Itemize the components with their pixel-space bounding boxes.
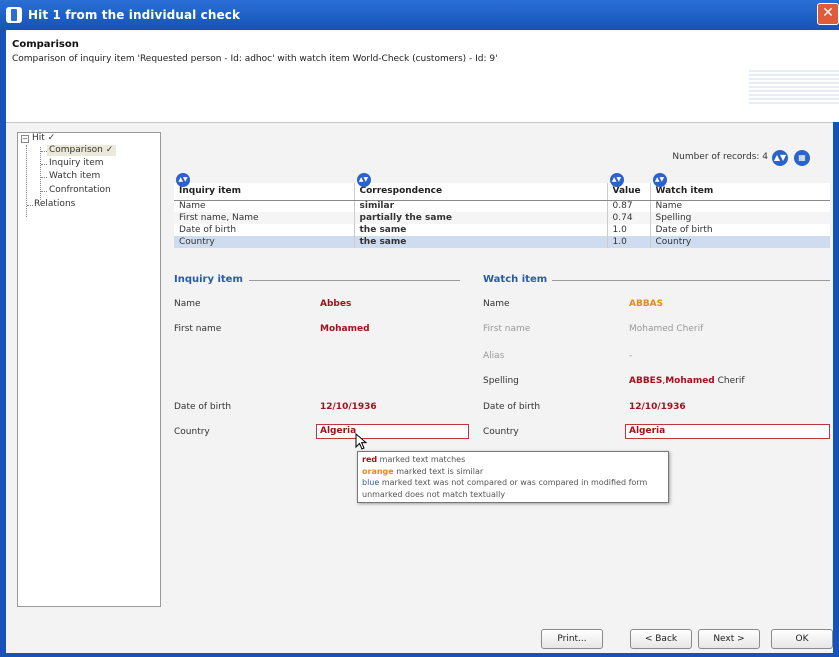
next-button[interactable]: Next > <box>698 629 760 649</box>
header-title: Comparison <box>12 39 79 50</box>
sort-icon[interactable]: ▲▼ <box>772 150 788 166</box>
watch-name-value: ABBAS <box>629 299 664 309</box>
watch-firstname-value: Mohamed Cherif <box>629 324 704 334</box>
inquiry-firstname-label: First name <box>174 324 222 334</box>
table-header-row: ▲▼ Inquiry item ▲▼ Correspondence ▲▼ Value … <box>174 173 830 201</box>
cell-correspondence: similar <box>353 200 607 212</box>
legend-item: unmarked does not match textually <box>362 489 506 499</box>
cell-value: 1.0 <box>606 236 650 248</box>
sort-icon[interactable]: ▲▼ <box>356 173 371 187</box>
legend-item: blue marked text was not compared or was… <box>362 478 648 487</box>
records-count: Number of records: 4 <box>672 152 768 162</box>
cell-watch: Spelling <box>649 212 830 224</box>
column-header-value[interactable]: ▲▼ Value <box>606 173 650 201</box>
tree-line <box>41 191 47 192</box>
navigation-tree: − Hit ✓ Comparison ✓ Inquiry item Watch i… <box>17 132 161 607</box>
cell-inquiry: Name <box>179 201 206 212</box>
watch-name-label: Name <box>483 299 510 309</box>
inquiry-dob-label: Date of birth <box>174 402 232 412</box>
column-header-correspondence[interactable]: ▲▼ Correspondence <box>353 173 607 201</box>
sort-icon[interactable]: ▲▼ <box>176 173 190 187</box>
watch-dob-value: 12/10/1936 <box>629 402 686 412</box>
tree-line <box>40 147 41 200</box>
sort-icon[interactable]: ▲▼ <box>652 173 667 187</box>
tree-line <box>41 177 47 178</box>
cell-inquiry: Date of birth <box>179 225 237 235</box>
cell-inquiry: First name, Name <box>179 213 259 223</box>
main-panel: − Hit ✓ Comparison ✓ Inquiry item Watch i… <box>0 122 839 657</box>
cell-watch: Date of birth <box>649 224 830 236</box>
table-row[interactable]: Date of birth the same 1.0 Date of birth <box>174 224 830 236</box>
dialog-header: Comparison Comparison of inquiry item 'R… <box>0 30 839 122</box>
tree-item-relations[interactable]: Relations <box>34 199 75 209</box>
header-subtitle: Comparison of inquiry item 'Requested pe… <box>12 54 498 64</box>
watch-firstname-label: First name <box>483 324 531 334</box>
cell-watch: Country <box>649 236 830 248</box>
watch-alias-value: - <box>629 351 633 361</box>
cell-correspondence: partially the same <box>353 212 607 224</box>
cell-inquiry: Country <box>174 236 354 248</box>
header-decoration <box>749 70 839 106</box>
inquiry-section-title: Inquiry item <box>174 274 243 285</box>
legend-item: orange marked text is similar <box>362 466 484 476</box>
app-icon <box>6 7 22 23</box>
watch-country-value: Algeria <box>625 424 830 439</box>
inquiry-dob-value: 12/10/1936 <box>320 402 377 412</box>
tree-line <box>27 205 33 206</box>
inquiry-country-value: Algeria <box>316 424 469 439</box>
cell-value: 0.87 <box>606 200 650 212</box>
inquiry-name-value: Abbes <box>320 299 352 309</box>
cell-correspondence: the same <box>353 236 607 248</box>
tree-line <box>26 145 27 217</box>
inquiry-firstname-value: Mohamed <box>320 324 370 334</box>
inquiry-name-label: Name <box>174 299 201 309</box>
cell-watch: Name <box>649 200 830 212</box>
inquiry-country-label: Country <box>174 427 210 437</box>
watch-section-title: Watch item <box>483 274 548 285</box>
columns-icon[interactable]: ▦ <box>794 150 810 166</box>
cell-value: 0.74 <box>606 212 650 224</box>
back-button[interactable]: < Back <box>630 629 692 649</box>
close-icon[interactable]: ✕ <box>817 3 839 25</box>
column-header-watch-item[interactable]: ▲▼ Watch item <box>649 173 830 201</box>
watch-dob-label: Date of birth <box>483 402 541 412</box>
watch-country-label: Country <box>483 427 519 437</box>
sort-icon[interactable]: ▲▼ <box>609 173 624 187</box>
title-bar: Hit 1 from the individual check ✕ <box>0 0 839 30</box>
watch-spelling-label: Spelling <box>483 376 519 386</box>
table-row-selected[interactable]: Country the same 1.0 Country <box>174 236 830 248</box>
tree-item-inquiry-item[interactable]: Inquiry item <box>49 158 104 168</box>
cell-correspondence: the same <box>353 224 607 236</box>
tree-item-comparison[interactable]: Comparison ✓ <box>47 145 117 156</box>
ok-button[interactable]: OK <box>771 629 833 649</box>
tree-item-hit[interactable]: − Hit ✓ <box>21 133 55 143</box>
cell-value: 1.0 <box>606 224 650 236</box>
tree-line <box>41 164 47 165</box>
tree-item-label: Hit ✓ <box>32 133 56 143</box>
watch-alias-label: Alias <box>483 351 505 361</box>
column-header-inquiry-item[interactable]: ▲▼ Inquiry item <box>174 173 354 201</box>
watch-spelling-value: ABBES,Mohamed Cherif <box>629 376 745 386</box>
color-legend-tooltip: red marked text matches orange marked te… <box>357 451 669 503</box>
tree-item-watch-item[interactable]: Watch item <box>49 171 100 181</box>
legend-item: red marked text matches <box>362 455 466 464</box>
section-divider <box>552 280 830 281</box>
table-row[interactable]: Name similar 0.87 Name <box>174 200 830 212</box>
comparison-table: ▲▼ Inquiry item ▲▼ Correspondence ▲▼ Value … <box>174 173 830 248</box>
tree-item-confrontation[interactable]: Confrontation <box>49 185 111 195</box>
print-button[interactable]: Print... <box>541 629 603 649</box>
collapse-icon[interactable]: − <box>21 135 29 143</box>
tree-item-label: Comparison ✓ <box>47 145 117 156</box>
window-bottom-border <box>0 653 839 657</box>
table-row[interactable]: First name, Name partially the same 0.74… <box>174 212 830 224</box>
mouse-cursor-icon <box>355 433 368 450</box>
window-title: Hit 1 from the individual check <box>28 8 241 22</box>
section-divider <box>249 280 460 281</box>
